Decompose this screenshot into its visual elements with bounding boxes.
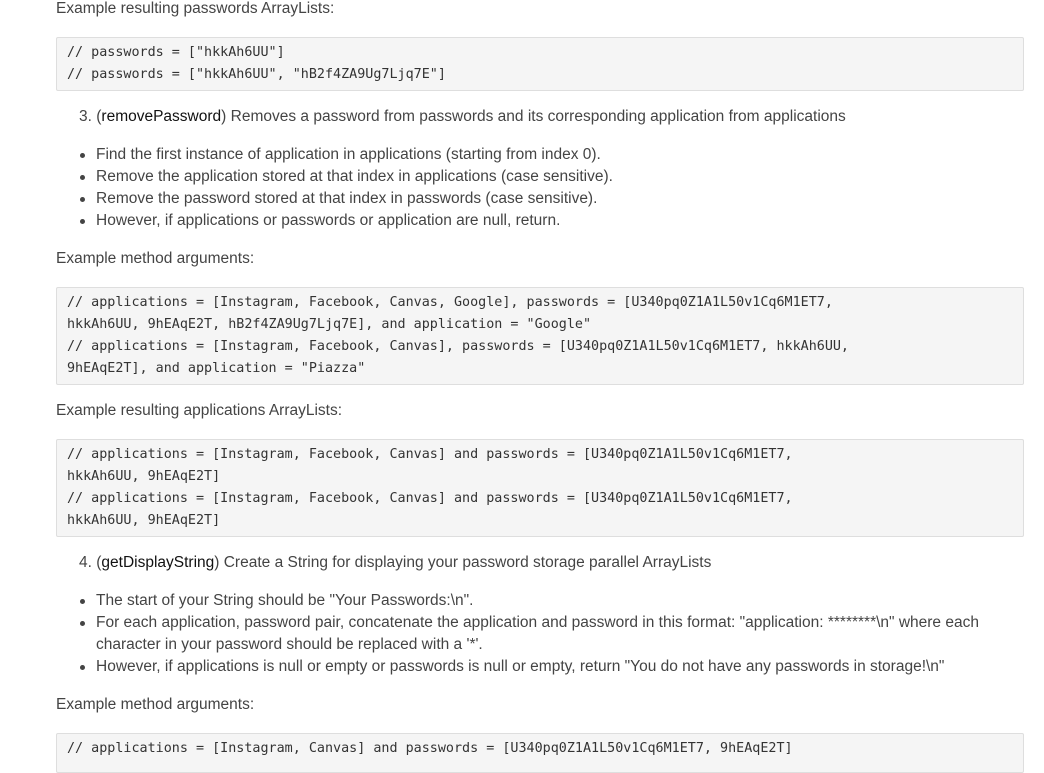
step-4-args-heading: Example method arguments:: [56, 696, 255, 713]
step-4-heading: 4. (getDisplayString) Create a String fo…: [79, 554, 712, 571]
code-line: hkkAh6UU, 9hEAqE2T]: [67, 513, 221, 528]
list-item: However, if applications is null or empt…: [80, 656, 979, 678]
code-block-step-4-args: // applications = [Instagram, Canvas] an…: [56, 733, 1024, 773]
step-3-heading: 3. (removePassword) Removes a password f…: [79, 108, 846, 125]
method-name-remove-password: removePassword: [101, 108, 222, 125]
code-line: // applications = [Instagram, Facebook, …: [67, 447, 793, 462]
step-number: 4.: [79, 554, 92, 571]
code-block-passwords-result: // passwords = ["hkkAh6UU"] // passwords…: [56, 37, 1024, 91]
list-item: Find the first instance of application i…: [80, 144, 613, 166]
code-line: // passwords = ["hkkAh6UU", "hB2f4ZA9Ug7…: [67, 67, 446, 82]
list-item: Remove the application stored at that in…: [80, 166, 613, 188]
step-4-bullet-list: The start of your String should be "Your…: [80, 590, 979, 678]
step-3-args-heading: Example method arguments:: [56, 250, 255, 267]
step-number: 3.: [79, 108, 92, 125]
code-line: // passwords = ["hkkAh6UU"]: [67, 45, 285, 60]
code-line: // applications = [Instagram, Facebook, …: [67, 339, 849, 354]
code-block-step-3-result: // applications = [Instagram, Facebook, …: [56, 439, 1024, 537]
code-line: // applications = [Instagram, Facebook, …: [67, 295, 833, 310]
list-item: Remove the password stored at that index…: [80, 188, 613, 210]
step-description: Create a String for displaying your pass…: [223, 554, 712, 571]
step-description: Removes a password from passwords and it…: [230, 108, 846, 125]
code-line: // applications = [Instagram, Facebook, …: [67, 491, 793, 506]
code-line: // applications = [Instagram, Canvas] an…: [67, 741, 793, 756]
list-item-line: For each application, password pair, con…: [96, 614, 979, 631]
list-item: However, if applications or passwords or…: [80, 210, 613, 232]
list-item: The start of your String should be "Your…: [80, 590, 979, 612]
passwords-result-heading: Example resulting passwords ArrayLists:: [56, 0, 335, 17]
code-line: 9hEAqE2T], and application = "Piazza": [67, 361, 366, 376]
code-line: hkkAh6UU, 9hEAqE2T]: [67, 469, 221, 484]
code-line: hkkAh6UU, 9hEAqE2T, hB2f4ZA9Ug7Ljq7E], a…: [67, 317, 592, 332]
list-item-line: character in your password should be rep…: [96, 636, 483, 653]
list-item: For each application, password pair, con…: [80, 612, 979, 656]
code-block-step-3-args: // applications = [Instagram, Facebook, …: [56, 287, 1024, 385]
step-3-bullet-list: Find the first instance of application i…: [80, 144, 613, 232]
step-3-result-heading: Example resulting applications ArrayList…: [56, 402, 343, 419]
method-name-get-display-string: getDisplayString: [101, 554, 215, 571]
